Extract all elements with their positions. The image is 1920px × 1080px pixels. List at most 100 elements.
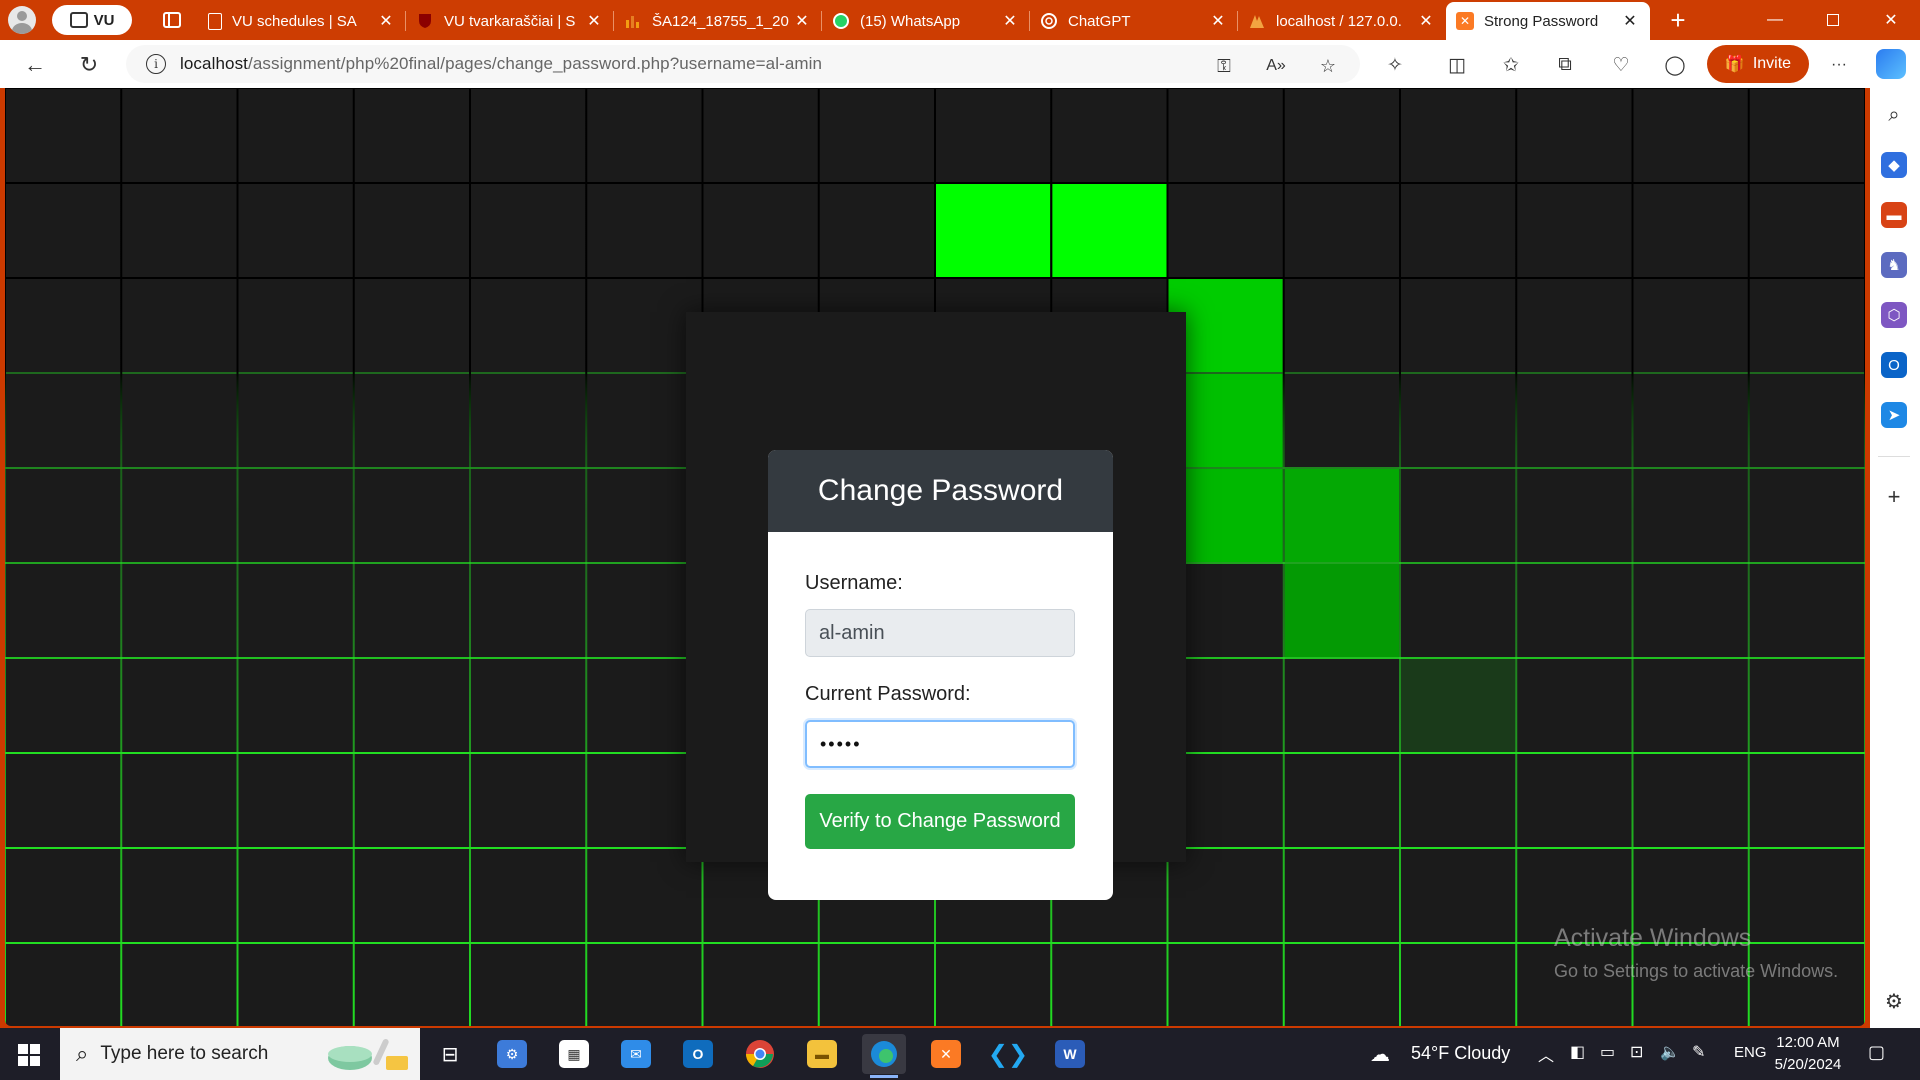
profile-button[interactable] xyxy=(0,0,44,40)
page-viewport: Change Password Username: al-amin Curren… xyxy=(5,88,1865,1026)
activate-windows-watermark: Activate Windows Go to Settings to activ… xyxy=(1554,924,1838,982)
search-highlight-illustration xyxy=(328,1039,408,1070)
tab-vu-schedules[interactable]: VU schedules | SA ✕ xyxy=(198,2,406,40)
grid-column-line xyxy=(1631,88,1634,1026)
widgets-icon[interactable]: ⚙ xyxy=(490,1034,534,1074)
grid-column-line xyxy=(352,88,355,1026)
taskbar-search[interactable]: ⌕ Type here to search xyxy=(60,1028,420,1080)
verify-button[interactable]: Verify to Change Password xyxy=(805,794,1075,849)
file-explorer-icon[interactable]: ▬ xyxy=(800,1034,844,1074)
task-view-icon[interactable]: ⊟ xyxy=(428,1034,472,1074)
grid-column-line xyxy=(469,88,471,1026)
read-aloud-icon[interactable]: A» xyxy=(1264,54,1288,78)
more-options-button[interactable]: ··· xyxy=(1826,52,1852,78)
show-hidden-icons-icon[interactable]: ︿ xyxy=(1538,1042,1554,1066)
favorites-icon[interactable]: ✩ xyxy=(1498,52,1524,78)
tab-vu-tvarkarasciai[interactable]: VU tvarkaraščiai | S ✕ xyxy=(406,2,614,40)
current-password-field[interactable]: ••••• xyxy=(805,720,1075,768)
feedback-icon[interactable]: ◯ xyxy=(1662,52,1688,78)
send-icon[interactable]: ➤ xyxy=(1881,402,1907,428)
chart-icon xyxy=(624,12,642,30)
tab-whatsapp[interactable]: (15) WhatsApp ✕ xyxy=(822,2,1030,40)
favorite-star-icon[interactable]: ☆ xyxy=(1316,54,1340,78)
workspace-label: VU xyxy=(93,11,115,29)
username-field[interactable]: al-amin xyxy=(805,609,1075,657)
refresh-button[interactable]: ↻ xyxy=(72,48,106,82)
word-icon[interactable]: W xyxy=(1048,1034,1092,1074)
games-icon[interactable]: ♞ xyxy=(1881,252,1907,278)
meet-now-icon[interactable]: ◧ xyxy=(1570,1042,1585,1062)
address-bar[interactable]: i localhost/assignment/php%20final/pages… xyxy=(126,45,1360,83)
xampp-icon[interactable]: ✕ xyxy=(924,1034,968,1074)
vscode-icon[interactable]: ❮❯ xyxy=(986,1034,1030,1074)
volume-icon[interactable]: 🔈 xyxy=(1660,1042,1680,1062)
outlook-icon[interactable]: O xyxy=(1881,352,1907,378)
chatgpt-icon xyxy=(1040,12,1058,30)
search-placeholder: Type here to search xyxy=(100,1043,269,1064)
tab-close-button[interactable]: ✕ xyxy=(1416,11,1436,31)
copilot-icon[interactable] xyxy=(1876,49,1906,79)
microsoft-365-icon[interactable]: ⬡ xyxy=(1881,302,1907,328)
password-key-icon[interactable]: ⚿ xyxy=(1212,54,1236,78)
grid-column-line xyxy=(1515,88,1518,1026)
tab-close-button[interactable]: ✕ xyxy=(792,11,812,31)
network-icon[interactable]: ⊡ xyxy=(1630,1042,1643,1062)
grid-lit-cell xyxy=(936,184,1051,277)
weather-text[interactable]: 54°F Cloudy xyxy=(1411,1043,1510,1064)
vertical-tabs-icon xyxy=(163,12,181,28)
close-window-button[interactable]: ✕ xyxy=(1862,0,1920,40)
tools-icon[interactable]: ▬ xyxy=(1881,202,1907,228)
card-body: Username: al-amin Current Password: ••••… xyxy=(768,532,1113,849)
tab-close-button[interactable]: ✕ xyxy=(584,11,604,31)
tab-actions-button[interactable] xyxy=(150,0,194,40)
grid-column-line xyxy=(585,88,588,1026)
tab-phpmyadmin[interactable]: localhost / 127.0.0. ✕ xyxy=(1238,2,1446,40)
search-icon[interactable]: ⌕ xyxy=(1881,102,1907,128)
tab-close-button[interactable]: ✕ xyxy=(1208,11,1228,31)
pen-icon[interactable]: ✎ xyxy=(1692,1042,1705,1062)
battery-icon[interactable]: ▭ xyxy=(1600,1042,1615,1062)
tab-strong-password[interactable]: ✕ Strong Password ✕ xyxy=(1446,2,1650,40)
address-toolbar: ← ↻ i localhost/assignment/php%20final/p… xyxy=(0,40,1920,88)
extensions-icon[interactable]: ✧ xyxy=(1382,52,1408,78)
tab-close-button[interactable]: ✕ xyxy=(376,11,396,31)
settings-gear-icon[interactable]: ⚙ xyxy=(1881,988,1907,1014)
tab-chatgpt[interactable]: ChatGPT ✕ xyxy=(1030,2,1238,40)
workspace-button[interactable]: VU xyxy=(52,5,132,35)
tab-close-button[interactable]: ✕ xyxy=(1000,11,1020,31)
grid-column-line xyxy=(120,88,123,1026)
minimize-button[interactable]: ― xyxy=(1746,0,1804,40)
grid-lit-cell xyxy=(1284,469,1399,562)
notifications-icon[interactable]: ▢ xyxy=(1868,1042,1885,1063)
edge-icon[interactable] xyxy=(862,1034,906,1078)
restore-button[interactable] xyxy=(1804,0,1862,40)
change-password-card: Change Password Username: al-amin Curren… xyxy=(768,450,1113,900)
url-text[interactable]: localhost/assignment/php%20final/pages/c… xyxy=(180,54,822,74)
browser-essentials-icon[interactable]: ♡ xyxy=(1608,52,1634,78)
site-info-icon[interactable]: i xyxy=(146,54,166,74)
whatsapp-icon xyxy=(832,12,850,30)
windows-taskbar: ⌕ Type here to search ⊟ ⚙ ▦ ✉ O ▬ ✕ ❮❯ W… xyxy=(0,1028,1920,1080)
shopping-tag-icon[interactable]: ◆ xyxy=(1881,152,1907,178)
add-sidebar-app-icon[interactable]: + xyxy=(1881,484,1907,510)
back-button[interactable]: ← xyxy=(18,48,52,82)
invite-button[interactable]: 🎁 Invite xyxy=(1707,45,1809,83)
chrome-icon[interactable] xyxy=(738,1034,782,1074)
split-screen-icon[interactable]: ◫ xyxy=(1444,52,1470,78)
weather-cloud-icon[interactable]: ☁ xyxy=(1370,1042,1390,1067)
language-indicator[interactable]: ENG xyxy=(1734,1044,1767,1061)
xampp-icon: ✕ xyxy=(1456,12,1474,30)
mail-icon[interactable]: ✉ xyxy=(614,1034,658,1074)
microsoft-store-icon[interactable]: ▦ xyxy=(552,1034,596,1074)
clock[interactable]: 12:00 AM 5/20/2024 xyxy=(1770,1032,1846,1076)
outlook-new-icon[interactable]: O xyxy=(676,1034,720,1074)
new-tab-button[interactable]: + xyxy=(1662,4,1694,36)
grid-column-line xyxy=(1864,88,1865,1026)
tab-close-button[interactable]: ✕ xyxy=(1620,11,1640,31)
windows-start-icon[interactable] xyxy=(18,1044,40,1066)
card-header: Change Password xyxy=(768,450,1113,532)
workspaces-icon xyxy=(69,12,88,28)
collections-icon[interactable]: ⧉ xyxy=(1552,52,1578,78)
tab-sa124[interactable]: ŠA124_18755_1_20 ✕ xyxy=(614,2,822,40)
grid-lit-cell xyxy=(1052,184,1167,277)
